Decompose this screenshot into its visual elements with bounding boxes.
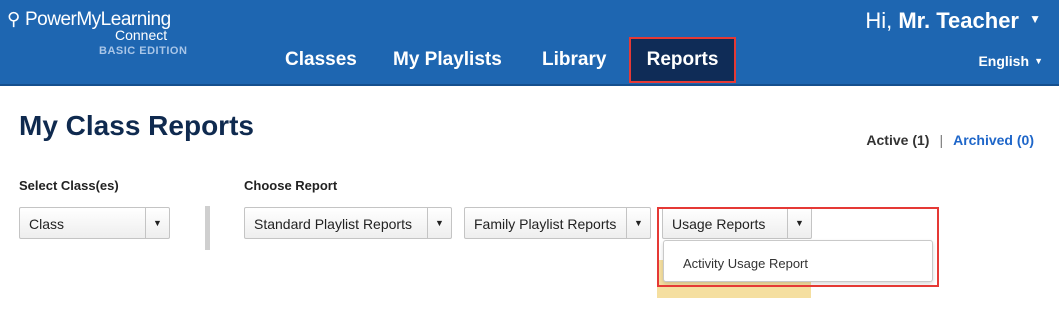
nav-my-playlists[interactable]: My Playlists: [393, 49, 502, 71]
section-divider: [205, 206, 210, 250]
class-select-value: Class: [29, 216, 65, 232]
user-greeting[interactable]: Hi, Mr. Teacher: [865, 8, 1019, 34]
user-menu-caret-icon[interactable]: ▼: [1029, 12, 1041, 26]
page-title: My Class Reports: [19, 110, 254, 141]
caret-down-icon[interactable]: ▼: [626, 208, 650, 238]
brand-edition: BASIC EDITION: [99, 45, 188, 57]
language-selector[interactable]: English: [978, 53, 1029, 69]
user-name: Mr. Teacher: [898, 8, 1019, 33]
choose-report-label: Choose Report: [244, 178, 338, 193]
greeting-text: Hi,: [865, 8, 893, 33]
top-header: ⚲ PowerMyLearning Connect BASIC EDITION …: [0, 0, 1059, 86]
filter-archived-link[interactable]: Archived (0): [953, 132, 1034, 148]
class-status-filter: Active (1) | Archived (0): [866, 132, 1034, 148]
filter-active[interactable]: Active (1): [866, 132, 929, 148]
caret-down-icon[interactable]: ▼: [145, 208, 169, 238]
standard-playlist-reports-select[interactable]: Standard Playlist Reports ▼: [244, 207, 452, 239]
brand-sub: Connect: [115, 27, 168, 43]
nav-reports[interactable]: Reports: [629, 37, 736, 83]
class-select[interactable]: Class ▼: [19, 207, 170, 239]
brand-logo[interactable]: ⚲ PowerMyLearning Connect BASIC EDITION: [7, 6, 197, 66]
person-arms-up-icon: ⚲: [7, 9, 21, 30]
nav-library[interactable]: Library: [542, 49, 606, 71]
family-playlist-reports-select[interactable]: Family Playlist Reports ▼: [464, 207, 651, 239]
usage-reports-highlight: [657, 207, 939, 287]
select-class-label: Select Class(es): [19, 178, 119, 193]
filter-separator: |: [939, 132, 944, 148]
language-label: English: [978, 53, 1029, 69]
nav-classes[interactable]: Classes: [285, 49, 357, 71]
caret-down-icon[interactable]: ▼: [427, 208, 451, 238]
language-caret-icon[interactable]: ▼: [1034, 56, 1043, 66]
family-playlist-reports-label: Family Playlist Reports: [474, 216, 617, 232]
standard-playlist-reports-label: Standard Playlist Reports: [254, 216, 412, 232]
